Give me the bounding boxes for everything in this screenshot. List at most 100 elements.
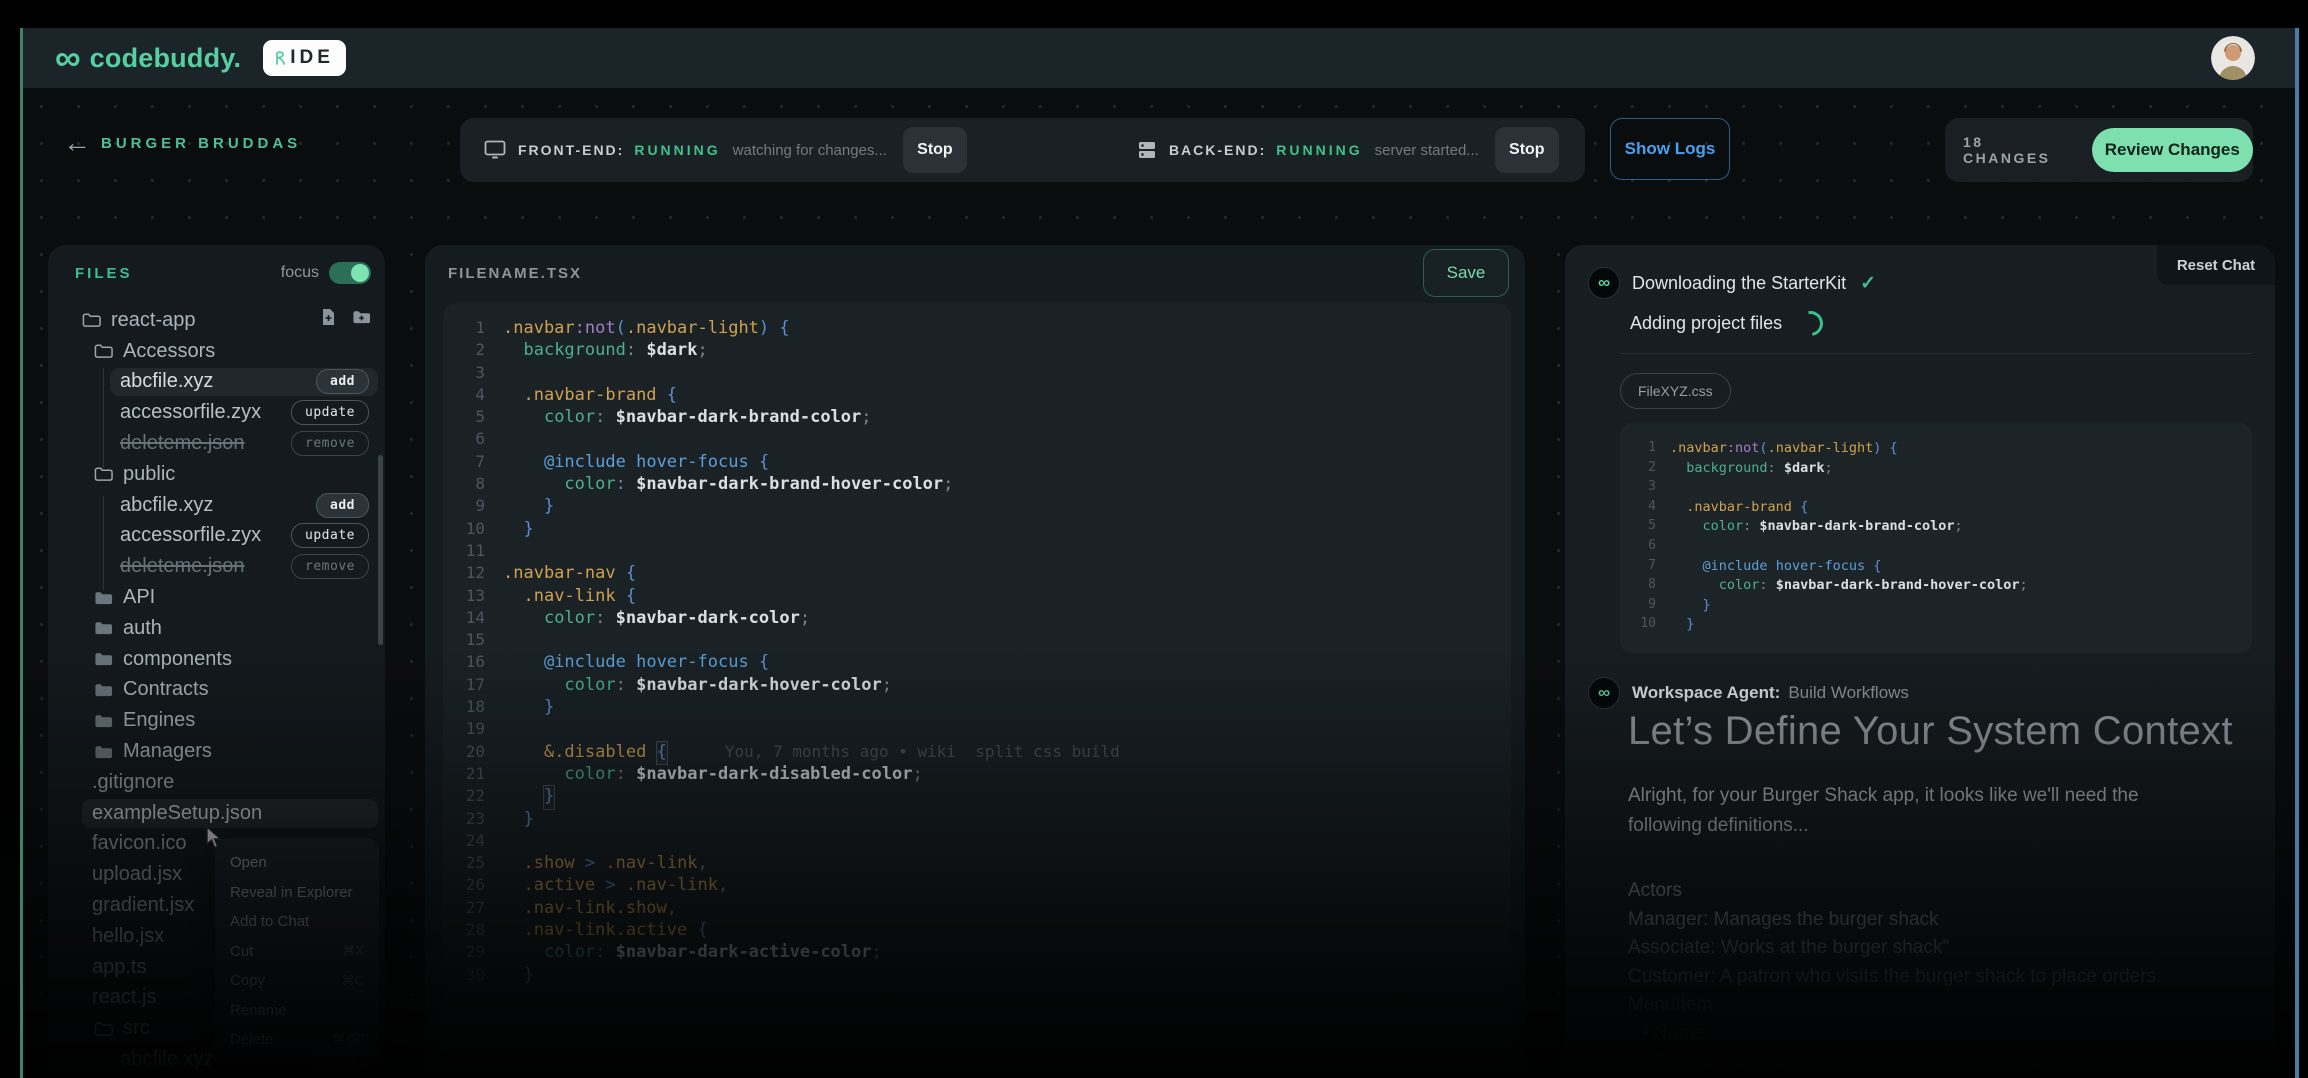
file-label: hello.jsx bbox=[92, 925, 164, 948]
code-token: :not bbox=[575, 318, 616, 340]
code-token bbox=[1670, 577, 1719, 597]
reset-chat-button[interactable]: Reset Chat bbox=[2157, 245, 2275, 285]
folder-icon bbox=[94, 744, 113, 760]
code-line-25: 25 .show > .nav-link, bbox=[443, 853, 1511, 875]
line-number: 16 bbox=[443, 652, 485, 674]
code-token: ) bbox=[759, 318, 769, 340]
line-number: 25 bbox=[443, 853, 485, 875]
code-token: @include bbox=[544, 452, 626, 474]
save-button[interactable]: Save bbox=[1423, 249, 1509, 297]
context-menu-item-cut[interactable]: Cut⌘X bbox=[215, 937, 379, 967]
code-token: { bbox=[1800, 499, 1808, 519]
code-token bbox=[1768, 558, 1776, 578]
code-token: { bbox=[626, 586, 636, 608]
file-label: .gitignore bbox=[92, 771, 174, 794]
code-token: .navbar-light bbox=[626, 318, 759, 340]
tree-file-deleteme-json[interactable]: deleteme.jsonremove bbox=[48, 551, 385, 582]
codebuddy-logo[interactable]: ∞ codebuddy. IDE bbox=[55, 40, 346, 76]
tree-folder-managers[interactable]: Managers bbox=[48, 736, 385, 767]
line-number: 9 bbox=[1626, 597, 1656, 617]
tree-file-accessorfile-zyx[interactable]: accessorfile.zyxupdate bbox=[48, 397, 385, 428]
tree-file-gitignore[interactable]: .gitignore bbox=[48, 767, 385, 798]
context-menu-item-reveal-in-explorer[interactable]: Reveal in Explorer bbox=[215, 878, 379, 908]
context-menu-item-add-to-chat[interactable]: Add to Chat bbox=[215, 907, 379, 937]
code-token bbox=[1792, 499, 1800, 519]
code-token: color bbox=[1719, 577, 1760, 597]
tree-file-accessorfile-zyx[interactable]: accessorfile.zyxupdate bbox=[48, 521, 385, 552]
line-number: 15 bbox=[443, 630, 485, 652]
menu-shortcut: ⌘⌫ bbox=[333, 1032, 364, 1048]
code-editor[interactable]: 1.navbar:not(.navbar-light) {2 backgroun… bbox=[443, 303, 1511, 1078]
file-label: gradient.jsx bbox=[92, 894, 194, 917]
context-menu-item-delete[interactable]: Delete⌘⌫ bbox=[215, 1025, 379, 1055]
project-toolbar: ← BURGER BRUDDAS FRONT-END: RUNNING watc… bbox=[23, 110, 2295, 190]
code-token bbox=[503, 809, 523, 831]
focus-toggle[interactable] bbox=[329, 262, 371, 284]
context-menu-item-rename[interactable]: Rename bbox=[215, 996, 379, 1026]
tree-file-abcfile-xyz[interactable]: abcfile.xyzadd bbox=[48, 367, 385, 398]
file-label: auth bbox=[123, 617, 162, 640]
code-line-14: 14 color: $navbar-dark-color; bbox=[443, 608, 1511, 630]
tree-file-abcfile-xyz[interactable]: abcfile.xyzadd bbox=[48, 490, 385, 521]
code-line-15: 15 bbox=[443, 630, 1511, 652]
context-menu-item-open[interactable]: Open bbox=[215, 848, 379, 878]
context-menu-item-copy[interactable]: Copy⌘C bbox=[215, 966, 379, 996]
code-token: .nav-link bbox=[605, 853, 697, 875]
tree-folder-react-app[interactable]: react-app bbox=[48, 305, 385, 336]
add-badge: add bbox=[316, 493, 369, 518]
backend-stop-button[interactable]: Stop bbox=[1495, 127, 1559, 173]
new-folder-icon[interactable] bbox=[352, 308, 371, 332]
code-line-2: 2 background: $dark; bbox=[1626, 460, 2252, 480]
code-token bbox=[657, 385, 667, 407]
tree-folder-auth[interactable]: auth bbox=[48, 613, 385, 644]
tree-folder-public[interactable]: public bbox=[48, 459, 385, 490]
show-logs-button[interactable]: Show Logs bbox=[1610, 118, 1730, 180]
file-label: react.js bbox=[92, 986, 156, 1009]
tree-folder-engines[interactable]: Engines bbox=[48, 705, 385, 736]
code-token bbox=[1865, 558, 1873, 578]
code-token bbox=[503, 942, 544, 964]
code-line-10: 10 } bbox=[1626, 616, 2252, 636]
tree-file-deleteme-json[interactable]: deleteme.jsonremove bbox=[48, 428, 385, 459]
status-message-adding-files: Adding project files bbox=[1630, 311, 1823, 336]
line-number: 18 bbox=[443, 697, 485, 719]
line-number: 7 bbox=[443, 452, 485, 474]
review-changes-button[interactable]: Review Changes bbox=[2092, 128, 2253, 172]
files-scrollbar[interactable] bbox=[378, 455, 383, 645]
line-number: 5 bbox=[1626, 518, 1656, 538]
agent-message-header: ∞ Workspace Agent: Build Workflows bbox=[1588, 677, 1909, 709]
code-token: $navbar-dark-hover-color bbox=[636, 675, 882, 697]
code-line-9: 9 } bbox=[443, 496, 1511, 518]
definition-item: Manager: Manages the burger shack bbox=[1628, 906, 2156, 935]
tree-file-examplesetup-json[interactable]: exampleSetup.json bbox=[48, 798, 385, 829]
file-chip[interactable]: FileXYZ.css bbox=[1620, 373, 1731, 409]
code-token: .navbar-brand bbox=[523, 385, 656, 407]
user-avatar[interactable] bbox=[2211, 36, 2255, 80]
new-file-icon[interactable] bbox=[321, 308, 336, 332]
line-number: 5 bbox=[443, 407, 485, 429]
code-token bbox=[595, 853, 605, 875]
tree-folder-contracts[interactable]: Contracts bbox=[48, 675, 385, 706]
folder-icon bbox=[94, 651, 113, 667]
code-token: : bbox=[1768, 460, 1784, 480]
tree-folder-accessors[interactable]: Accessors bbox=[48, 336, 385, 367]
editor-header: FILENAME.TSX Save bbox=[425, 245, 1525, 303]
file-label: react-app bbox=[111, 309, 196, 332]
code-token bbox=[503, 407, 544, 429]
code-line-3: 3 bbox=[1626, 479, 2252, 499]
tree-folder-components[interactable]: components bbox=[48, 644, 385, 675]
backend-status-group: BACK-END: RUNNING server started... Stop bbox=[1137, 127, 1559, 173]
code-token: : bbox=[616, 764, 636, 786]
code-token bbox=[616, 586, 626, 608]
frontend-stop-button[interactable]: Stop bbox=[903, 127, 967, 173]
check-icon: ✓ bbox=[1860, 272, 1876, 295]
back-button[interactable]: ← bbox=[63, 127, 91, 159]
definition-bullet: • Name bbox=[1628, 1020, 2156, 1049]
code-token: } bbox=[1686, 616, 1694, 636]
menu-label: Copy bbox=[230, 972, 265, 989]
chat-panel: Reset Chat ∞ Downloading the StarterKit … bbox=[1565, 245, 2275, 1078]
line-number: 20 bbox=[443, 742, 485, 764]
frontend-status: RUNNING bbox=[634, 142, 720, 158]
tree-folder-api[interactable]: API bbox=[48, 582, 385, 613]
update-badge: update bbox=[291, 523, 369, 548]
